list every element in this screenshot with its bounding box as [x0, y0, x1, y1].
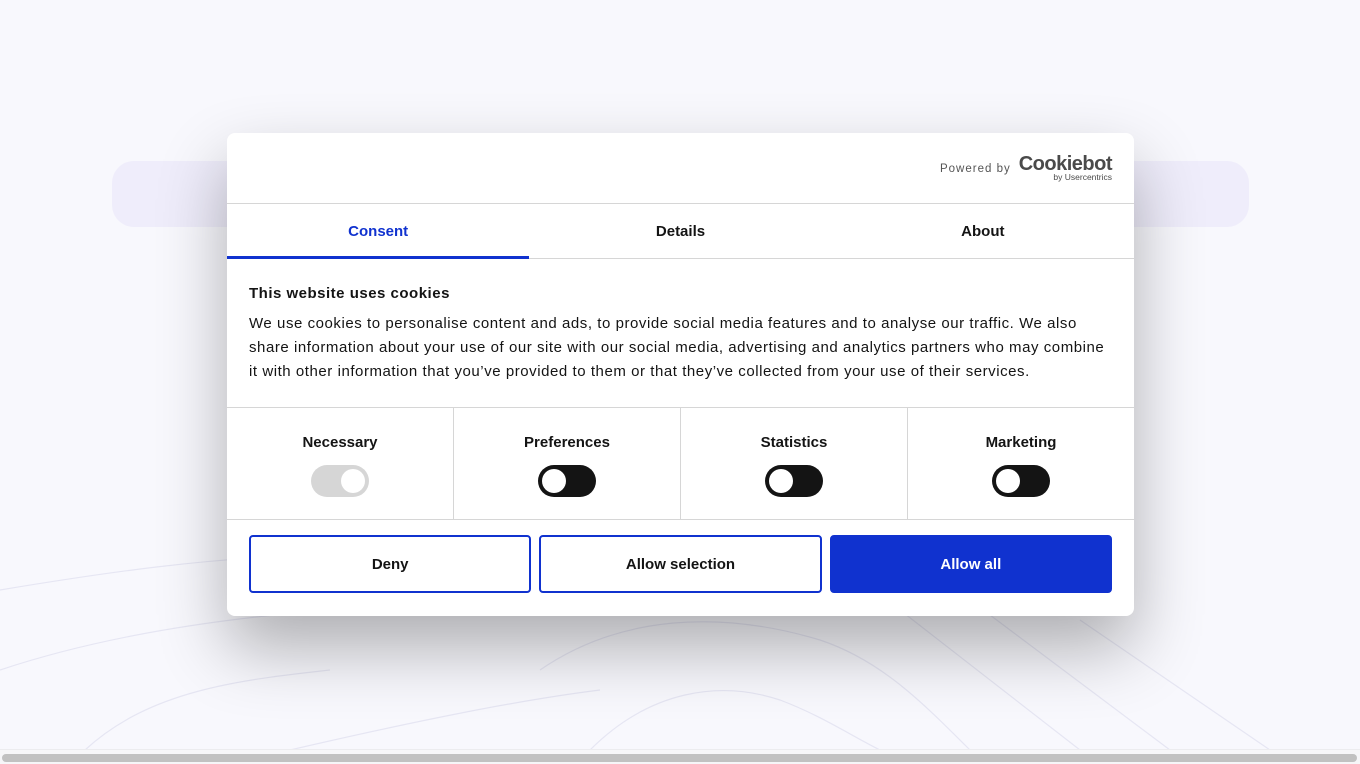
category-label: Statistics — [760, 434, 828, 451]
deny-button[interactable]: Deny — [249, 535, 532, 593]
tab-consent[interactable]: Consent — [227, 204, 530, 259]
scrollbar-thumb[interactable] — [2, 754, 1357, 762]
consent-title: This website uses cookies — [249, 285, 450, 302]
dialog-header: Powered by Cookiebot by Usercentrics — [227, 133, 1134, 204]
toggle-knob — [996, 469, 1020, 493]
horizontal-scrollbar[interactable] — [0, 749, 1360, 764]
tab-about[interactable]: About — [832, 204, 1134, 258]
toggle-knob — [341, 469, 365, 493]
consent-body: This website uses cookies We use cookies… — [227, 259, 1134, 408]
category-necessary: Necessary — [227, 408, 454, 519]
powered-by-text: Powered by — [939, 162, 1011, 175]
tab-details[interactable]: Details — [529, 204, 831, 258]
marketing-toggle[interactable] — [992, 465, 1050, 497]
action-buttons: Deny Allow selection Allow all — [227, 520, 1134, 593]
category-toggles: Necessary Preferences Statistics Marketi… — [227, 408, 1134, 520]
category-marketing: Marketing — [908, 408, 1134, 519]
category-label: Preferences — [524, 434, 610, 451]
allow-selection-button[interactable]: Allow selection — [539, 535, 822, 593]
category-label: Necessary — [302, 434, 378, 451]
statistics-toggle[interactable] — [765, 465, 823, 497]
powered-by-cookiebot[interactable]: Powered by Cookiebot by Usercentrics — [939, 153, 1113, 182]
tab-bar: Consent Details About — [227, 204, 1134, 259]
allow-all-button[interactable]: Allow all — [829, 535, 1112, 593]
cookiebot-logo: Cookiebot by Usercentrics — [1018, 153, 1113, 182]
preferences-toggle[interactable] — [538, 465, 596, 497]
category-statistics: Statistics — [681, 408, 908, 519]
category-label: Marketing — [985, 434, 1057, 451]
cookiebot-logo-sub: by Usercentrics — [1053, 172, 1112, 182]
consent-description: We use cookies to personalise content an… — [249, 315, 1105, 380]
toggle-knob — [769, 469, 793, 493]
cookiebot-logo-word: Cookiebot — [1018, 153, 1113, 175]
necessary-toggle — [311, 465, 369, 497]
cookie-consent-dialog: Powered by Cookiebot by Usercentrics Con… — [227, 133, 1134, 616]
toggle-knob — [542, 469, 566, 493]
category-preferences: Preferences — [454, 408, 681, 519]
